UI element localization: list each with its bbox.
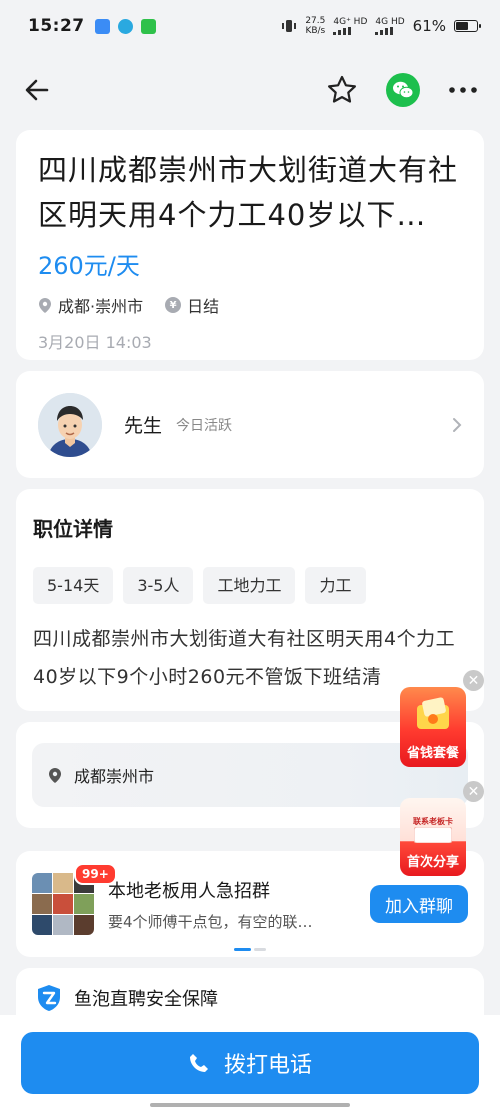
group-subtitle: 要4个师傅干点包，有空的联… <box>108 912 313 931</box>
home-indicator[interactable] <box>150 1103 350 1107</box>
close-icon[interactable]: ✕ <box>463 781 484 802</box>
floating-ad-share[interactable]: 联系老板卡 首次分享 <box>400 798 466 876</box>
net-speed: 27.5 KB/s <box>305 16 326 36</box>
status-bar: 15:27 27.5 KB/s 4G⁺ HD 4G HD 61% <box>0 0 500 52</box>
salary: 260元/天 <box>38 252 140 280</box>
arrow-left-icon[interactable] <box>22 75 52 105</box>
employer-active-status: 今日活跃 <box>176 417 233 434</box>
location-address: 成都崇州市 <box>74 767 155 786</box>
coupon-icon <box>417 697 449 729</box>
cloud-notification-icon <box>117 18 133 34</box>
job-summary-card: 四川成都崇州市大划街道大有社区明天用4个力工40岁以下… 260元/天 成都·崇… <box>16 130 484 360</box>
location-meta: 成都·崇州市 <box>38 293 143 317</box>
safety-title: 鱼泡直聘安全保障 <box>74 989 218 1010</box>
nav-actions <box>326 73 478 107</box>
yupao-notification-icon <box>140 18 156 34</box>
employer-card[interactable]: 先生 今日活跃 <box>16 371 484 478</box>
floating-ad-savings[interactable]: 省钱套餐 <box>400 687 466 767</box>
app-notification-icon <box>94 18 110 34</box>
posted-time: 3月20日 14:03 <box>38 333 152 352</box>
job-description: 四川成都崇州市大划街道大有社区明天用4个力工40岁以下9个小时260元不管饭下班… <box>33 628 456 688</box>
sim1-signal-icon: 4G⁺ HD <box>333 17 367 35</box>
wechat-share-button[interactable] <box>386 73 420 107</box>
vibrate-icon <box>282 20 297 32</box>
status-right: 27.5 KB/s 4G⁺ HD 4G HD 61% <box>281 16 481 36</box>
more-horizontal-icon[interactable] <box>448 85 478 95</box>
settlement-meta: ¥ 日结 <box>165 293 219 317</box>
bottom-bar: 拨打电话 <box>0 1015 500 1111</box>
job-tag: 工地力工 <box>203 567 296 604</box>
employer-name: 先生 <box>124 415 163 437</box>
job-tag: 力工 <box>305 567 366 604</box>
job-tag: 5-14天 <box>33 567 114 604</box>
yen-icon: ¥ <box>165 297 182 313</box>
battery-icon <box>454 20 481 32</box>
battery-percent: 61% <box>412 17 446 35</box>
join-group-button[interactable]: 加入群聊 <box>370 885 468 923</box>
ad-label: 省钱套餐 <box>406 746 459 761</box>
job-tag: 3-5人 <box>123 567 194 604</box>
close-icon[interactable]: ✕ <box>463 670 484 691</box>
status-time: 15:27 <box>28 16 85 36</box>
location-pin-icon <box>49 767 61 783</box>
wechat-icon <box>393 81 414 99</box>
section-title: 职位详情 <box>33 517 113 541</box>
unread-badge: 99+ <box>74 863 117 885</box>
notification-icons <box>94 18 156 34</box>
ad-top-label: 联系老板卡 <box>413 817 453 826</box>
ad-label: 首次分享 <box>406 855 459 870</box>
job-tags: 5-14天 3-5人 工地力工 力工 <box>33 567 467 604</box>
carousel-indicator <box>234 948 266 951</box>
chevron-right-icon <box>453 417 462 432</box>
nav-bar <box>0 60 500 120</box>
job-location: 成都·崇州市 <box>58 297 144 316</box>
card-icon <box>414 827 452 843</box>
settlement-type: 日结 <box>187 297 220 316</box>
star-outline-icon[interactable] <box>326 74 358 106</box>
location-pin-icon <box>39 297 51 313</box>
group-info: 本地老板用人急招群 要4个师傅干点包，有空的联… <box>108 877 370 932</box>
job-detail-card: 职位详情 5-14天 3-5人 工地力工 力工 四川成都崇州市大划街道大有社区明… <box>16 489 484 711</box>
shield-icon <box>38 985 60 1011</box>
call-button[interactable]: 拨打电话 <box>21 1032 479 1094</box>
avatar-man-icon <box>38 392 102 457</box>
call-label: 拨打电话 <box>223 1053 312 1078</box>
group-title: 本地老板用人急招群 <box>108 880 270 902</box>
avatar <box>38 392 102 457</box>
job-meta: 成都·崇州市 ¥ 日结 <box>38 293 462 317</box>
sim2-signal-icon: 4G HD <box>375 17 405 35</box>
job-title: 四川成都崇州市大划街道大有社区明天用4个力工40岁以下… <box>38 153 459 232</box>
phone-icon <box>189 1054 208 1072</box>
